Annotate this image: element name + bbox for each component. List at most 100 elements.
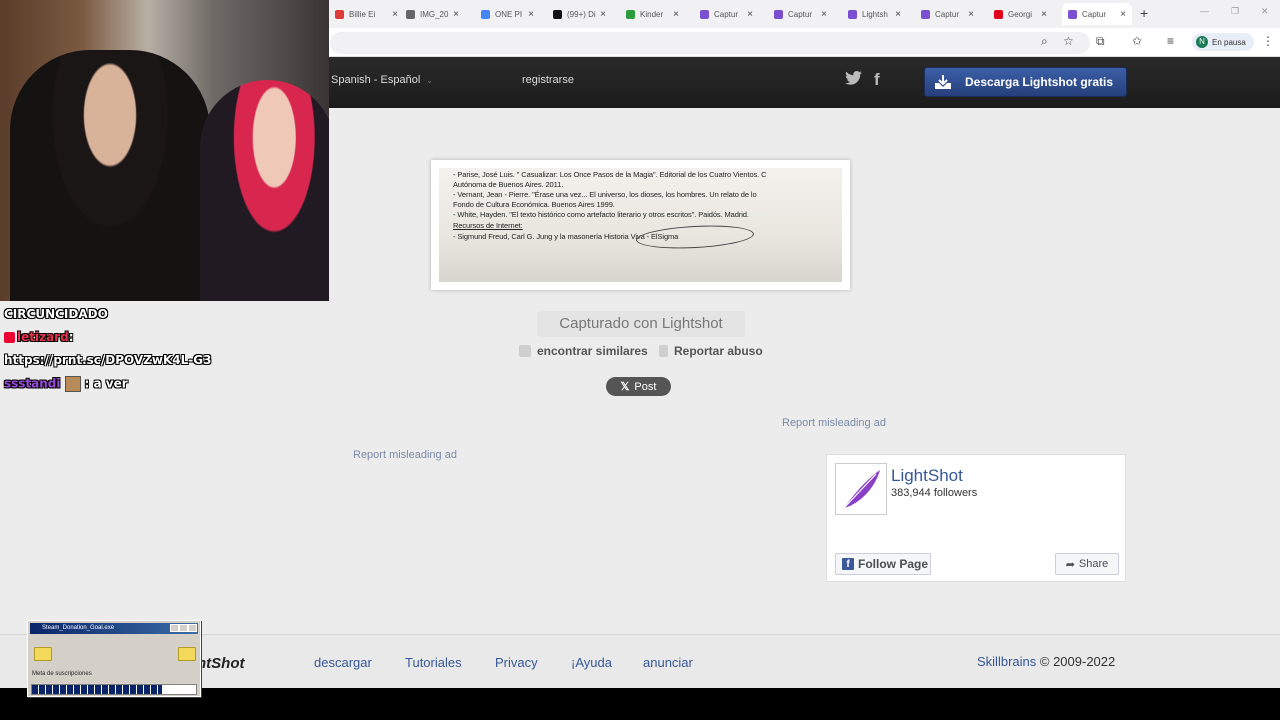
close-tab-icon[interactable]: × [528, 9, 534, 20]
webcam-overlay [0, 0, 329, 301]
screenshot-line: Autónoma de Buenos Aires. 2011. [453, 180, 564, 189]
facebook-icon[interactable]: f [874, 70, 880, 90]
minimize-icon[interactable]: — [1200, 6, 1209, 16]
close-tab-icon[interactable]: × [1041, 9, 1047, 20]
skillbrains-link[interactable]: Skillbrains [977, 654, 1036, 669]
tab-favicon-icon [335, 9, 344, 19]
profile-button[interactable]: N En pausa [1192, 33, 1254, 51]
bookmark-star-icon[interactable]: ☆ [1063, 34, 1074, 48]
tab-favicon-icon [481, 9, 490, 19]
close-tab-icon[interactable]: × [392, 9, 398, 20]
screenshot-image[interactable]: - Parise, José Luis. " Casualizar: Los O… [439, 168, 842, 282]
screenshot-line: - Vernant, Jean - Pierre. "Érase una vez… [453, 190, 757, 199]
tab-favicon-icon [553, 9, 562, 19]
folder-icon [34, 647, 52, 661]
close-window-icon[interactable]: ✕ [1261, 6, 1269, 17]
browser-tab[interactable]: Georgi × [988, 3, 1053, 25]
report-ad-link[interactable]: Report misleading ad [353, 449, 457, 461]
folder-icon [178, 647, 196, 661]
lightshot-feather-logo[interactable] [835, 463, 887, 515]
emote-icon [64, 376, 81, 392]
close-tab-icon[interactable]: × [747, 9, 753, 20]
footer-link-tutorials[interactable]: Tutoriales [405, 655, 462, 670]
facebook-page-widget: LightShot 383,944 followers f Follow Page… [826, 454, 1126, 582]
chat-message: https://prnt.sc/DPOVZwK4L-G3 [4, 353, 212, 367]
goal-progress-fill [32, 685, 162, 694]
chat-username: letizard [17, 330, 69, 344]
browser-tab[interactable]: ONE PI × [475, 3, 540, 25]
goal-progress-bar [31, 684, 197, 695]
follow-page-button[interactable]: f Follow Page [835, 553, 931, 575]
language-select[interactable]: Spanish - Español ⌄ [331, 74, 433, 86]
footer-logo[interactable]: htShot [197, 655, 244, 672]
browser-tab-active[interactable]: Captur × [1062, 3, 1132, 25]
address-bar[interactable] [330, 32, 1090, 54]
tab-favicon-icon [848, 9, 857, 19]
chat-message: ssstandi: a ver [4, 376, 128, 392]
guest-figure [200, 80, 329, 301]
menu-icon[interactable]: ⋮ [1262, 34, 1274, 48]
tab-favicon-icon [406, 9, 415, 19]
browser-tab[interactable]: IMG_20 × [400, 3, 465, 25]
moderator-badge-icon [4, 332, 15, 343]
new-tab-button[interactable]: + [1140, 5, 1148, 21]
media-control-icon[interactable]: ≡ [1167, 34, 1174, 48]
chat-message: letizard: [4, 330, 74, 344]
browser-tab[interactable]: Kinder × [620, 3, 685, 25]
favorites-icon[interactable]: ✩ [1132, 34, 1142, 48]
browser-tab[interactable]: Billie Ei × [329, 3, 404, 25]
chevron-down-icon: ⌄ [426, 76, 433, 85]
chat-username: ssstandi [4, 376, 61, 391]
camera-icon [519, 345, 531, 357]
page-title: Capturado con Lightshot [537, 311, 745, 337]
zoom-icon[interactable]: ⌕ [1041, 34, 1048, 49]
screenshot-line: Recursos de Internet: [453, 221, 523, 230]
x-post-button[interactable]: 𝕏 Post [606, 377, 671, 396]
avatar: N [1196, 36, 1208, 48]
share-arrow-icon: ➦ [1065, 558, 1075, 571]
minimize-icon [170, 624, 179, 632]
screenshot-line: Fondo de Cultura Económica. Buenos Aires… [453, 200, 615, 209]
pen-circle-annotation [635, 222, 755, 252]
report-ad-link[interactable]: Report misleading ad [782, 417, 886, 429]
report-abuse-link[interactable]: Reportar abuso [659, 344, 763, 358]
streamer-figure [10, 50, 210, 301]
share-button[interactable]: ➦ Share [1055, 553, 1119, 575]
footer-link-download[interactable]: descargar [314, 655, 372, 670]
facebook-page-name[interactable]: LightShot [891, 466, 963, 486]
browser-tab[interactable]: Lightsh × [842, 3, 907, 25]
extensions-icon[interactable]: ⧉ [1096, 34, 1105, 49]
flag-icon [659, 345, 668, 357]
profile-status: En pausa [1212, 37, 1246, 47]
maximize-icon [179, 624, 188, 632]
screenshot-line: - Parise, José Luis. " Casualizar: Los O… [453, 170, 767, 179]
close-tab-icon[interactable]: × [895, 9, 901, 20]
browser-tab[interactable]: (99+) Di × [547, 3, 612, 25]
close-tab-icon[interactable]: × [600, 9, 606, 20]
goal-label: Meta de suscripciones [32, 671, 92, 677]
footer-link-advertise[interactable]: anunciar [643, 655, 693, 670]
footer-link-privacy[interactable]: Privacy [495, 655, 538, 670]
screenshot-line: - White, Hayden. "El texto histórico com… [453, 210, 749, 219]
twitter-icon[interactable] [845, 70, 862, 90]
browser-tab[interactable]: Captur × [768, 3, 833, 25]
donation-goal-window: Steam_Donation_Goal.exe Meta de suscripc… [27, 620, 201, 697]
close-tab-icon[interactable]: × [453, 9, 459, 20]
chat-message: CIRCUNCIDADO [4, 307, 108, 321]
close-tab-icon[interactable]: × [821, 9, 827, 20]
restore-icon[interactable]: ❐ [1231, 6, 1239, 17]
close-tab-icon[interactable]: × [1120, 9, 1126, 20]
close-tab-icon[interactable]: × [673, 9, 679, 20]
footer-link-help[interactable]: ¡Ayuda [571, 655, 612, 670]
download-icon [935, 75, 951, 89]
close-tab-icon[interactable]: × [968, 9, 974, 20]
tab-favicon-icon [700, 9, 709, 19]
find-similar-link[interactable]: encontrar similares [519, 344, 648, 358]
browser-tab[interactable]: Captur × [915, 3, 980, 25]
tab-favicon-icon [921, 9, 930, 19]
download-button[interactable]: Descarga Lightshot gratis [924, 67, 1127, 97]
screenshot-frame: - Parise, José Luis. " Casualizar: Los O… [431, 160, 850, 290]
register-link[interactable]: registrarse [522, 74, 574, 86]
tab-favicon-icon [626, 9, 635, 19]
browser-tab[interactable]: Captur × [694, 3, 759, 25]
